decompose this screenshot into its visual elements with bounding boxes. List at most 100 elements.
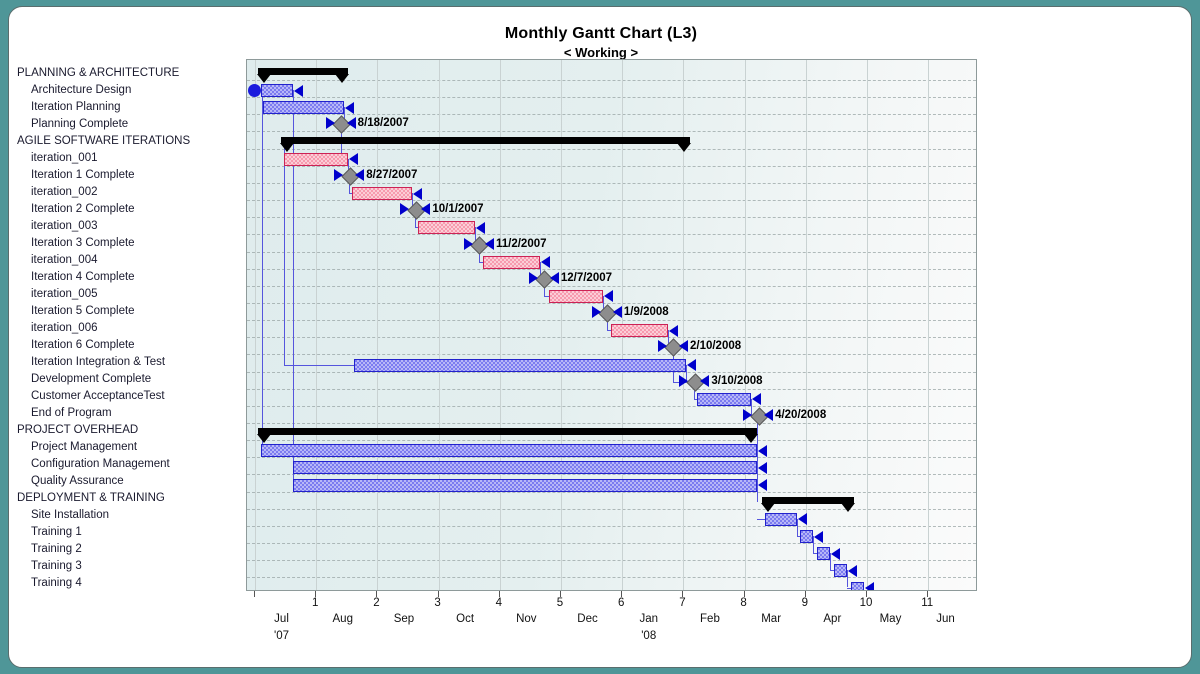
task-label-row[interactable]: iteration_006 [15, 320, 247, 337]
task-bar[interactable] [851, 581, 864, 590]
axis-month-label: Mar [761, 613, 782, 625]
task-bar-arrow-cap [814, 530, 824, 543]
page-title: Monthly Gantt Chart (L3) [504, 25, 698, 42]
task-label-row[interactable]: Training 2 [15, 541, 247, 558]
task-label-row[interactable]: Training 1 [15, 524, 247, 541]
task-bar[interactable] [261, 84, 293, 98]
summary-bar[interactable] [279, 136, 691, 152]
axis-tick-label: 10 [859, 597, 873, 609]
task-label-row[interactable]: Iteration 2 Complete [15, 201, 247, 218]
task-label-row[interactable]: Customer AcceptanceTest [15, 388, 247, 405]
task-bar[interactable] [696, 392, 752, 406]
task-label-row[interactable]: Project Management [15, 439, 247, 456]
task-bar-arrow-cap [669, 324, 679, 337]
task-bar[interactable] [765, 512, 797, 526]
milestone-arrow-left [743, 409, 753, 421]
task-label-row[interactable]: Iteration Integration & Test [15, 354, 247, 371]
task-bar[interactable] [283, 152, 348, 166]
task-bar-arrow-cap [687, 359, 697, 372]
axis-month-label: Dec [577, 613, 598, 625]
task-label-row[interactable]: iteration_002 [15, 184, 247, 201]
task-label-row[interactable]: Development Complete [15, 371, 247, 388]
task-label-row[interactable]: Configuration Management [15, 456, 247, 473]
axis-year-label: '07 [274, 630, 290, 642]
task-bar[interactable] [354, 358, 687, 372]
task-bar[interactable] [816, 547, 831, 561]
gantt-canvas: 8/18/2007 8/27/2007 10/1/2007 11/2/2007 12/7… [247, 60, 976, 590]
task-label-row[interactable]: Iteration 1 Complete [15, 167, 247, 184]
milestone-arrow-right [612, 306, 622, 319]
task-bar[interactable] [799, 530, 814, 544]
milestone-date-label: 8/18/2007 [357, 117, 409, 130]
task-label-row[interactable]: Planning Complete [15, 116, 247, 133]
axis-month-label: Jan [639, 613, 659, 625]
axis-tick-label: 5 [556, 597, 564, 609]
task-label-row[interactable]: Iteration 5 Complete [15, 303, 247, 320]
task-bar[interactable] [611, 324, 669, 338]
task-bar[interactable] [417, 221, 476, 235]
task-bar-arrow-cap [344, 101, 354, 114]
task-label-row[interactable]: Training 3 [15, 558, 247, 575]
task-name-column: PLANNING & ARCHITECTURE Architecture Desi… [15, 65, 247, 592]
task-bar-arrow-cap [349, 153, 359, 166]
summary-bar[interactable] [760, 496, 855, 512]
task-label-row[interactable]: iteration_003 [15, 218, 247, 235]
milestone-arrow-right [346, 117, 356, 130]
task-label-row[interactable]: End of Program [15, 405, 247, 422]
task-label-row[interactable]: iteration_004 [15, 252, 247, 269]
task-bar-arrow-cap [831, 547, 841, 560]
milestone-arrow-right [549, 271, 559, 284]
task-label-row[interactable]: Iteration 4 Complete [15, 269, 247, 286]
task-bar-arrow-cap [476, 221, 486, 234]
task-label-row[interactable]: Site Installation [15, 507, 247, 524]
dependency-link [262, 90, 264, 451]
task-label-row[interactable]: AGILE SOFTWARE ITERATIONS [15, 133, 247, 150]
task-label-row[interactable]: Training 4 [15, 575, 247, 592]
milestone-date-label: 10/1/2007 [432, 203, 484, 216]
milestone-arrow-right [484, 237, 494, 250]
task-bar[interactable] [548, 289, 604, 303]
task-bar[interactable] [483, 255, 541, 269]
summary-bar[interactable] [257, 68, 349, 83]
grid-vline [867, 60, 868, 590]
task-label-row[interactable]: PLANNING & ARCHITECTURE [15, 65, 247, 82]
grid-vline [805, 60, 807, 590]
task-bar-arrow-cap [604, 290, 614, 303]
task-label-row[interactable]: iteration_001 [15, 150, 247, 167]
milestone-arrow-left [657, 340, 667, 353]
task-label-row[interactable]: Quality Assurance [15, 473, 247, 490]
task-label-row[interactable]: PROJECT OVERHEAD [15, 422, 247, 439]
axis-year-label: '08 [641, 630, 657, 642]
milestone-arrow-left [400, 203, 410, 216]
task-bar[interactable] [352, 187, 413, 201]
task-bar[interactable] [292, 478, 757, 492]
task-label-row[interactable]: Iteration Planning [15, 99, 247, 116]
task-label-row[interactable]: Iteration 6 Complete [15, 337, 247, 354]
task-bar[interactable] [260, 444, 757, 458]
task-bar-arrow-cap [848, 564, 858, 577]
axis-month-label: Jun [936, 613, 955, 625]
axis-tick-label: 9 [801, 597, 808, 609]
milestone-arrow-left [463, 237, 473, 250]
task-bar[interactable] [833, 564, 848, 578]
summary-bar[interactable] [257, 428, 758, 444]
gantt-plot-area: 8/18/2007 8/27/2007 10/1/2007 11/2/2007 12/7… [246, 59, 977, 591]
task-bar[interactable] [262, 101, 344, 115]
task-label-row[interactable]: Architecture Design [15, 82, 247, 99]
milestone-date-label: 1/9/2008 [623, 306, 669, 319]
axis-month-label: May [879, 613, 902, 625]
milestone-arrow-left [334, 168, 344, 181]
axis-month-label: Sep [393, 613, 415, 625]
dependency-link [283, 141, 285, 365]
grid-vline [744, 60, 746, 590]
task-bar[interactable] [292, 461, 757, 475]
axis-month-label: Oct [456, 613, 475, 625]
task-bar-arrow-cap [293, 84, 303, 97]
axis-tick-label: 8 [740, 597, 747, 609]
axis-month-label: Jul [274, 613, 289, 625]
task-bar-arrow-cap [757, 479, 767, 492]
task-label-row[interactable]: iteration_005 [15, 286, 247, 303]
task-label-row[interactable]: DEPLOYMENT & TRAINING [15, 490, 247, 507]
task-label-row[interactable]: Iteration 3 Complete [15, 235, 247, 252]
milestone-arrow-left [679, 374, 689, 387]
